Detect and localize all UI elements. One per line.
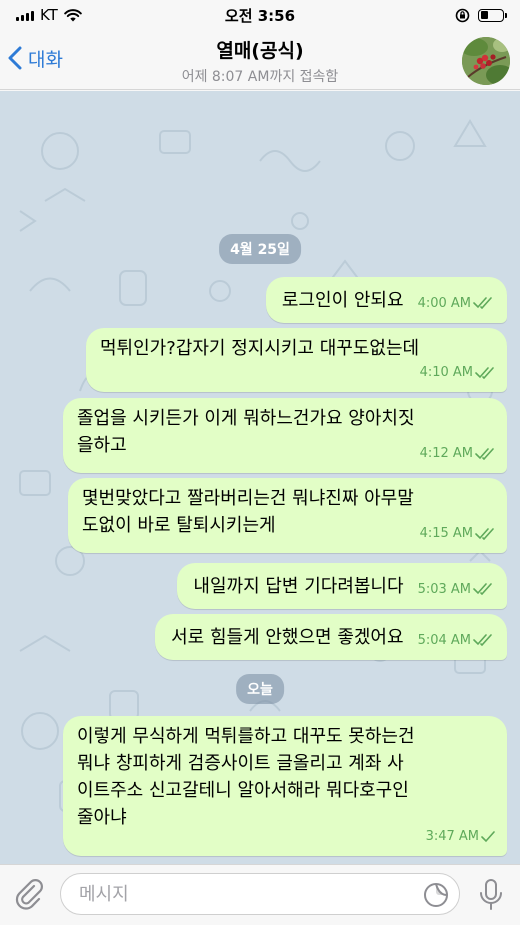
orientation-lock-icon [455,8,470,22]
battery-level [480,11,488,19]
paperclip-icon[interactable] [12,877,46,911]
double-check-icon [475,447,494,460]
message-meta: 4:15 AM [420,520,495,547]
message-meta: 3:47 AM [426,823,495,850]
double-check-icon [473,583,492,595]
message-time: 4:10 AM [419,365,473,380]
status-right [455,8,507,23]
date-separator: 4월 25일 [219,234,301,264]
double-check-icon [475,366,494,379]
double-check-icon [473,297,492,309]
message-time: 4:15 AM [419,526,473,541]
message-bubble[interactable]: 몇번맞았다고 짤라버리는건 뭐냐진짜 아무말 도없이 바로 탈퇴시키는게 4:1… [68,478,507,553]
message-meta: 4:00 AM [418,290,493,317]
message-text: 내일까지 답변 기다려봅니다 [193,575,404,597]
chevron-left-icon [8,46,22,70]
message-meta: 5:03 AM [418,576,493,603]
message-text: 먹튀인가?갑자기 정지시키고 대꾸도없는데 [100,338,420,359]
chat-area[interactable]: 4월 25일 로그인이 안되요 4:00 AM 먹튀인가?갑자기 정지시키고 대… [0,91,520,864]
wifi-icon [64,8,82,21]
message-time: 3:47 AM [425,829,479,844]
back-button[interactable]: 대화 [8,40,63,76]
date-separator: 오늘 [236,674,284,704]
avatar-photo-icon [462,37,510,85]
message-bubble[interactable]: 졸업을 시키든가 이게 뭐하느건가요 양아치짓 을하고 4:12 AM [63,398,507,473]
message-time: 4:00 AM [417,295,471,311]
message-input-bar [0,864,520,925]
status-left: KT [16,6,82,24]
avatar[interactable] [462,37,510,85]
message-bubble[interactable]: 내일까지 답변 기다려봅니다 5:03 AM [177,563,507,609]
status-bar: KT 오전 3:56 [0,0,520,30]
chat-title: 열매(공식) [216,40,304,62]
battery-icon [478,8,507,22]
back-label: 대화 [28,48,63,71]
message-input[interactable] [61,874,391,914]
message-text: 로그인이 안되요 [281,289,404,311]
message-time: 4:12 AM [419,446,473,461]
microphone-icon[interactable] [478,878,504,912]
message-field[interactable] [60,873,460,915]
message-meta: 4:12 AM [420,440,495,467]
message-text: 서로 힘들게 안했으면 좋겠어요 [171,626,404,648]
single-check-icon [481,830,495,842]
message-meta: 4:10 AM [420,359,495,386]
double-check-icon [473,634,492,646]
message-meta: 5:04 AM [418,627,493,654]
carrier-label: KT [40,6,58,24]
chat-title-area[interactable]: 열매(공식) 어제 8:07 AM까지 접속함 [120,36,400,86]
message-time: 5:04 AM [417,632,471,648]
message-bubble[interactable]: 로그인이 안되요 4:00 AM [265,277,507,323]
message-bubble[interactable]: 이렇게 무식하게 먹튀를하고 대꾸도 못하는건 뭐냐 창피하게 검증사이트 글올… [63,716,507,856]
message-bubble[interactable]: 먹튀인가?갑자기 정지시키고 대꾸도없는데 4:10 AM [86,328,507,392]
message-bubble[interactable]: 서로 힘들게 안했으면 좋겠어요 5:04 AM [155,614,507,660]
message-text: 이렇게 무식하게 먹튀를하고 대꾸도 못하는건 뭐냐 창피하게 검증사이트 글올… [77,726,415,828]
message-time: 5:03 AM [417,581,471,597]
last-seen-status: 어제 8:07 AM까지 접속함 [181,69,339,85]
double-check-icon [475,527,494,540]
sticker-icon[interactable] [423,882,449,908]
nav-bar: 대화 열매(공식) 어제 8:07 AM까지 접속함 [0,30,520,90]
signal-icon [16,9,34,21]
